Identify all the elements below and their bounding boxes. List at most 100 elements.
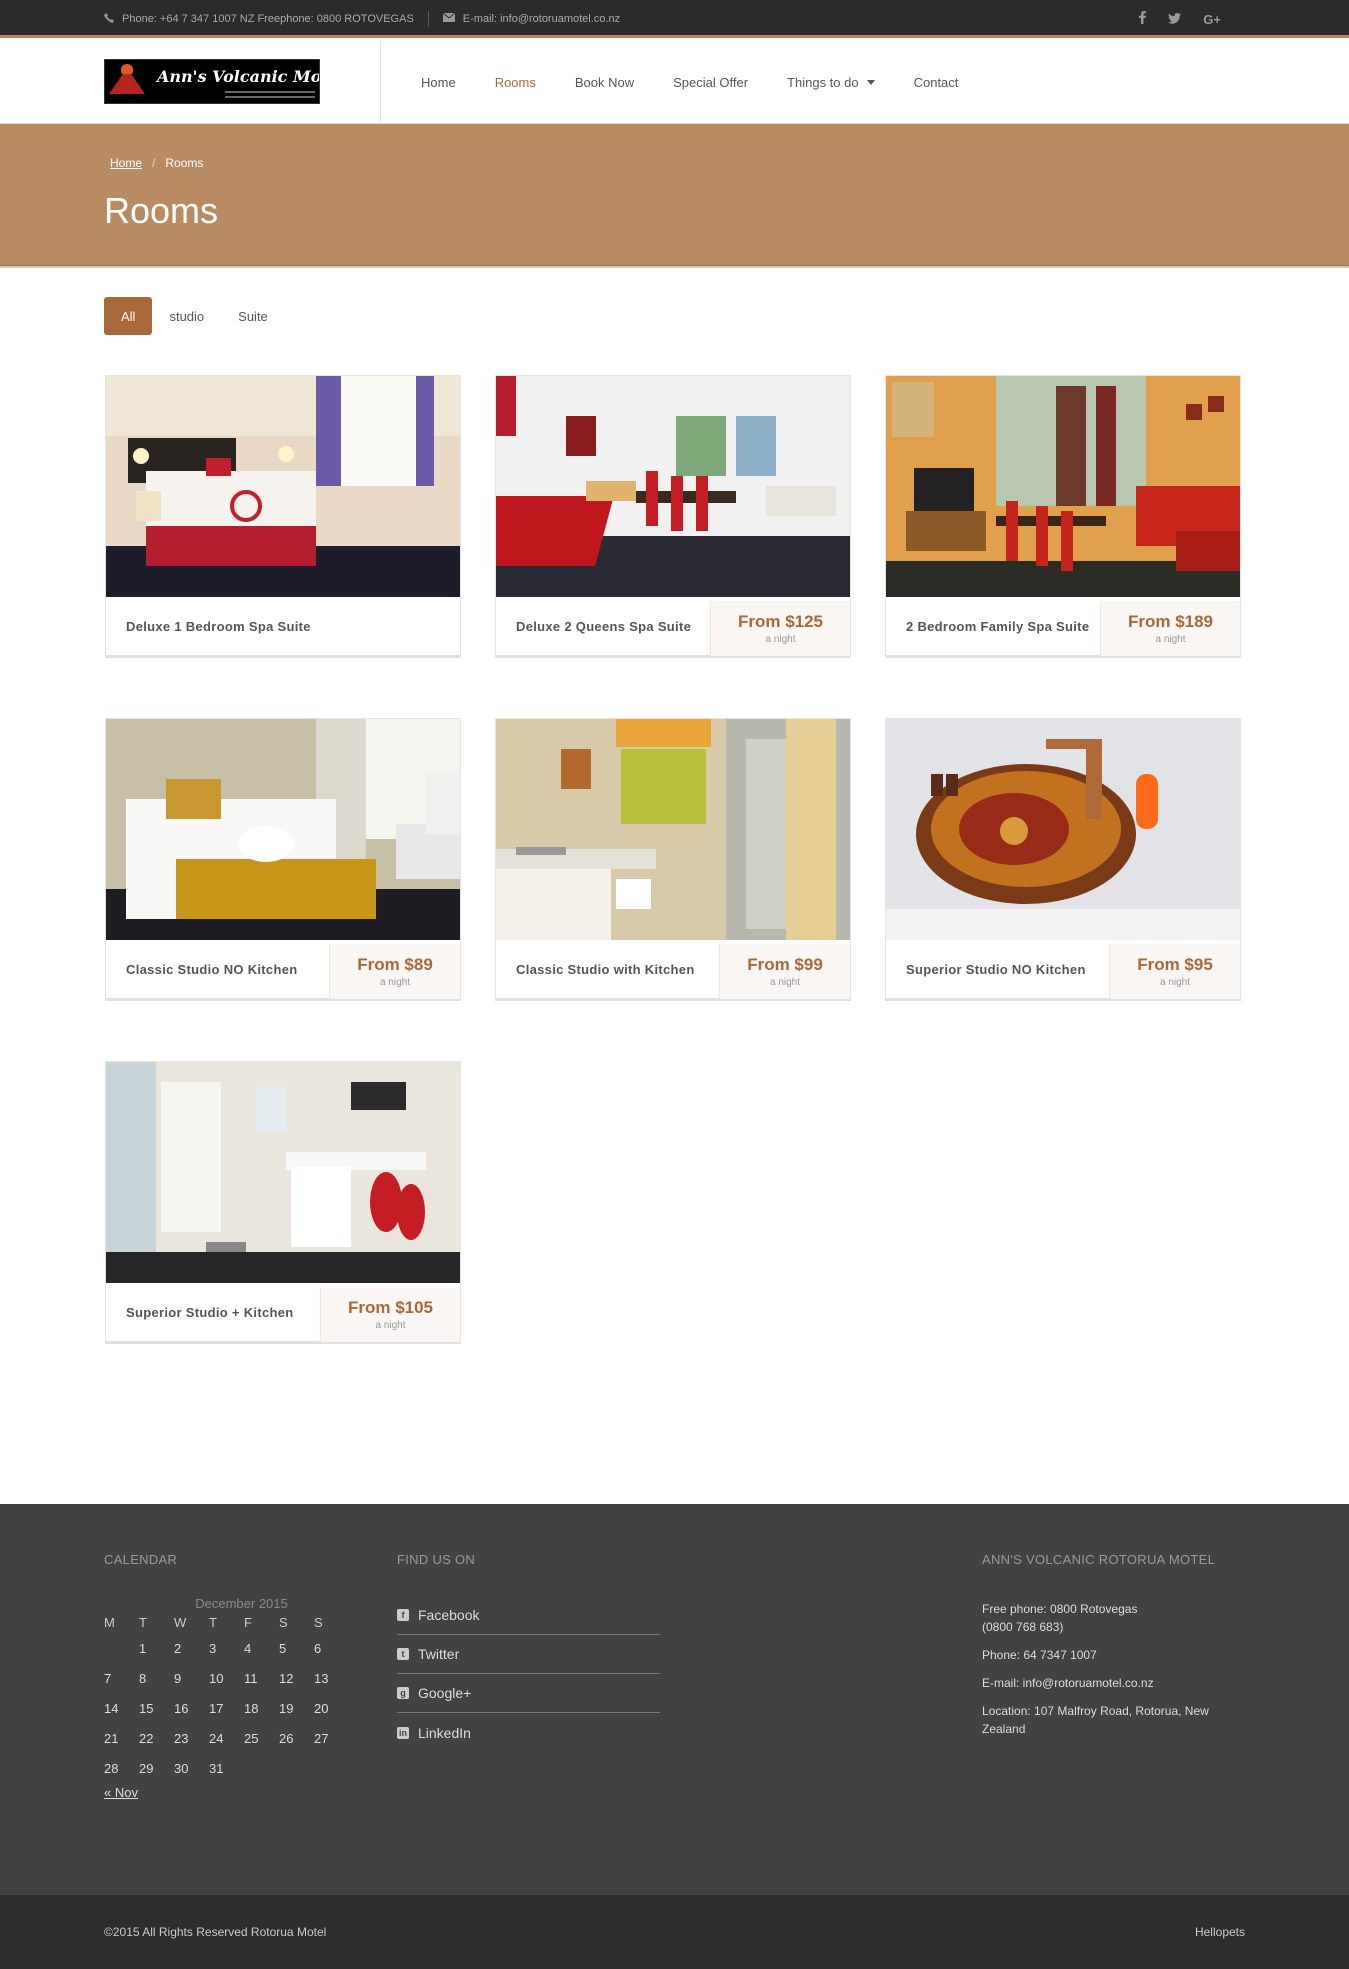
room-price: From $99 a night bbox=[719, 944, 850, 999]
breadcrumb-current: Rooms bbox=[165, 156, 204, 170]
divider bbox=[427, 11, 429, 27]
nav-home[interactable]: Home bbox=[421, 75, 456, 90]
calendar-table: M T W T F S S 123456 7 8 9 10 11 12 13 14 15 16 1… bbox=[104, 1611, 349, 1783]
price-period: a night bbox=[1159, 977, 1191, 988]
caret-down-icon bbox=[866, 80, 875, 85]
envelope-icon bbox=[442, 12, 456, 25]
room-price: From $105 a night bbox=[320, 1287, 460, 1342]
price-period: a night bbox=[375, 1320, 406, 1331]
room-card[interactable]: Deluxe 1 Bedroom Spa Suite bbox=[105, 375, 461, 658]
room-card[interactable]: 2 Bedroom Family Spa Suite From $189 a n… bbox=[885, 375, 1241, 658]
find-us-facebook[interactable]: f Facebook bbox=[397, 1596, 660, 1635]
bottom-bar: ©2015 All Rights Reserved Rotorua Motel … bbox=[0, 1895, 1349, 1969]
nav-things-to-do-label: Things to do bbox=[787, 75, 859, 90]
room-price: From $125 a night bbox=[710, 601, 850, 656]
divider bbox=[0, 266, 1349, 268]
room-card[interactable]: Superior Studio NO Kitchen From $95 a ni… bbox=[885, 718, 1241, 1001]
room-name[interactable]: Superior Studio + Kitchen bbox=[126, 1283, 294, 1342]
facebook-icon: f bbox=[397, 1609, 409, 1621]
room-card[interactable]: Superior Studio + Kitchen From $105 a ni… bbox=[105, 1061, 461, 1344]
room-name[interactable]: 2 Bedroom Family Spa Suite bbox=[906, 597, 1089, 656]
room-photo[interactable] bbox=[106, 376, 460, 597]
find-us-google-plus[interactable]: g Google+ bbox=[397, 1674, 660, 1713]
site-footer: CALENDAR December 2015 M T W T F S S 123… bbox=[0, 1504, 1349, 1895]
room-filters: All studio Suite bbox=[104, 297, 285, 335]
nav-book-now[interactable]: Book Now bbox=[575, 75, 634, 90]
nav-special-offer[interactable]: Special Offer bbox=[673, 75, 748, 90]
price-period: a night bbox=[379, 977, 411, 988]
location-address: Location: 107 Malfroy Road, Rotorua, New… bbox=[982, 1704, 1209, 1736]
calendar-week: 28 29 30 31 bbox=[104, 1760, 224, 1776]
find-us-heading: FIND US ON bbox=[397, 1552, 476, 1567]
main-nav: Home Rooms Book Now Special Offer Things… bbox=[421, 41, 997, 124]
social-links: G+ bbox=[1139, 0, 1221, 38]
calendar-prev-link[interactable]: « Nov bbox=[104, 1785, 138, 1800]
breadcrumb: Home / Rooms bbox=[110, 156, 203, 170]
calendar-week: 7 8 9 10 11 12 13 bbox=[104, 1670, 329, 1686]
room-photo[interactable] bbox=[106, 1062, 460, 1283]
filter-all[interactable]: All bbox=[104, 297, 153, 335]
room-name[interactable]: Superior Studio NO Kitchen bbox=[906, 940, 1086, 999]
room-price: From $89 a night bbox=[329, 944, 460, 999]
logo-area: Ann's Volcanic Motel bbox=[0, 41, 381, 124]
free-phone-number: (0800 768 683) bbox=[982, 1620, 1064, 1634]
price-period: a night bbox=[769, 977, 801, 988]
email-text[interactable]: E-mail: info@rotoruamotel.co.nz bbox=[463, 13, 620, 25]
calendar-week: 21 22 23 24 25 26 27 bbox=[104, 1730, 329, 1746]
price-period: a night bbox=[765, 634, 796, 645]
find-us-linkedin[interactable]: in LinkedIn bbox=[397, 1713, 660, 1752]
find-us-list: f Facebook t Twitter g Google+ in LinkedIn bbox=[397, 1596, 660, 1752]
phone-number: Phone: 64 7347 1007 bbox=[982, 1648, 1097, 1662]
room-name[interactable]: Classic Studio NO Kitchen bbox=[126, 940, 297, 999]
credit-link[interactable]: Hellopets bbox=[1195, 1895, 1245, 1969]
phone-icon bbox=[104, 12, 114, 26]
calendar-month: December 2015 bbox=[195, 1596, 288, 1611]
room-name[interactable]: Classic Studio with Kitchen bbox=[516, 940, 695, 999]
nav-things-to-do[interactable]: Things to do bbox=[787, 75, 875, 90]
calendar-widget: December 2015 M T W T F S S 123456 7 8 9 10… bbox=[104, 1596, 349, 1802]
room-card[interactable]: Classic Studio NO Kitchen From $89 a nig… bbox=[105, 718, 461, 1001]
calendar-week: 14 15 16 17 18 19 20 bbox=[104, 1700, 329, 1716]
site-logo[interactable]: Ann's Volcanic Motel bbox=[104, 59, 320, 104]
room-price: From $189 a night bbox=[1100, 601, 1240, 656]
room-photo[interactable] bbox=[886, 719, 1240, 940]
facebook-icon[interactable] bbox=[1139, 11, 1147, 27]
price-amount: From $189 bbox=[1127, 612, 1214, 631]
price-amount: From $89 bbox=[357, 955, 433, 974]
logo-text: Ann's Volcanic Motel bbox=[157, 67, 320, 86]
email-address[interactable]: E-mail: info@rotoruamotel.co.nz bbox=[982, 1674, 1232, 1692]
about-heading: ANN'S VOLCANIC ROTORUA MOTEL bbox=[982, 1552, 1216, 1567]
price-amount: From $99 bbox=[747, 955, 823, 974]
twitter-icon: t bbox=[397, 1648, 409, 1660]
calendar-heading: CALENDAR bbox=[104, 1552, 178, 1567]
twitter-icon[interactable] bbox=[1168, 11, 1182, 27]
phone-text: Phone: +64 7 347 1007 NZ Freephone: 0800… bbox=[122, 13, 414, 25]
google-plus-icon[interactable]: G+ bbox=[1203, 12, 1221, 27]
site-header: Ann's Volcanic Motel Home Rooms Book Now… bbox=[0, 41, 1349, 124]
price-amount: From $125 bbox=[737, 612, 824, 631]
room-photo[interactable] bbox=[496, 376, 850, 597]
room-price: From $95 a night bbox=[1109, 944, 1240, 999]
price-amount: From $105 bbox=[347, 1298, 434, 1317]
price-amount: From $95 bbox=[1137, 955, 1213, 974]
breadcrumb-separator: / bbox=[152, 156, 156, 170]
copyright-text: ©2015 All Rights Reserved Rotorua Motel bbox=[104, 1925, 327, 1939]
nav-rooms[interactable]: Rooms bbox=[495, 75, 536, 90]
room-photo[interactable] bbox=[496, 719, 850, 940]
breadcrumb-home[interactable]: Home bbox=[110, 156, 142, 170]
linkedin-icon: in bbox=[397, 1726, 409, 1739]
google-plus-icon: g bbox=[397, 1687, 409, 1699]
room-photo[interactable] bbox=[106, 719, 460, 940]
nav-contact[interactable]: Contact bbox=[914, 75, 959, 90]
room-name[interactable]: Deluxe 1 Bedroom Spa Suite bbox=[126, 597, 311, 656]
room-photo[interactable] bbox=[886, 376, 1240, 597]
room-card[interactable]: Deluxe 2 Queens Spa Suite From $125 a ni… bbox=[495, 375, 851, 658]
room-name[interactable]: Deluxe 2 Queens Spa Suite bbox=[516, 597, 691, 656]
filter-suite[interactable]: Suite bbox=[221, 297, 285, 335]
calendar-week: 123456 bbox=[139, 1640, 322, 1656]
page-title: Rooms bbox=[104, 190, 219, 231]
filter-studio[interactable]: studio bbox=[152, 297, 221, 335]
top-bar: Phone: +64 7 347 1007 NZ Freephone: 0800… bbox=[0, 0, 1349, 38]
find-us-twitter[interactable]: t Twitter bbox=[397, 1635, 660, 1674]
room-card[interactable]: Classic Studio with Kitchen From $99 a n… bbox=[495, 718, 851, 1001]
